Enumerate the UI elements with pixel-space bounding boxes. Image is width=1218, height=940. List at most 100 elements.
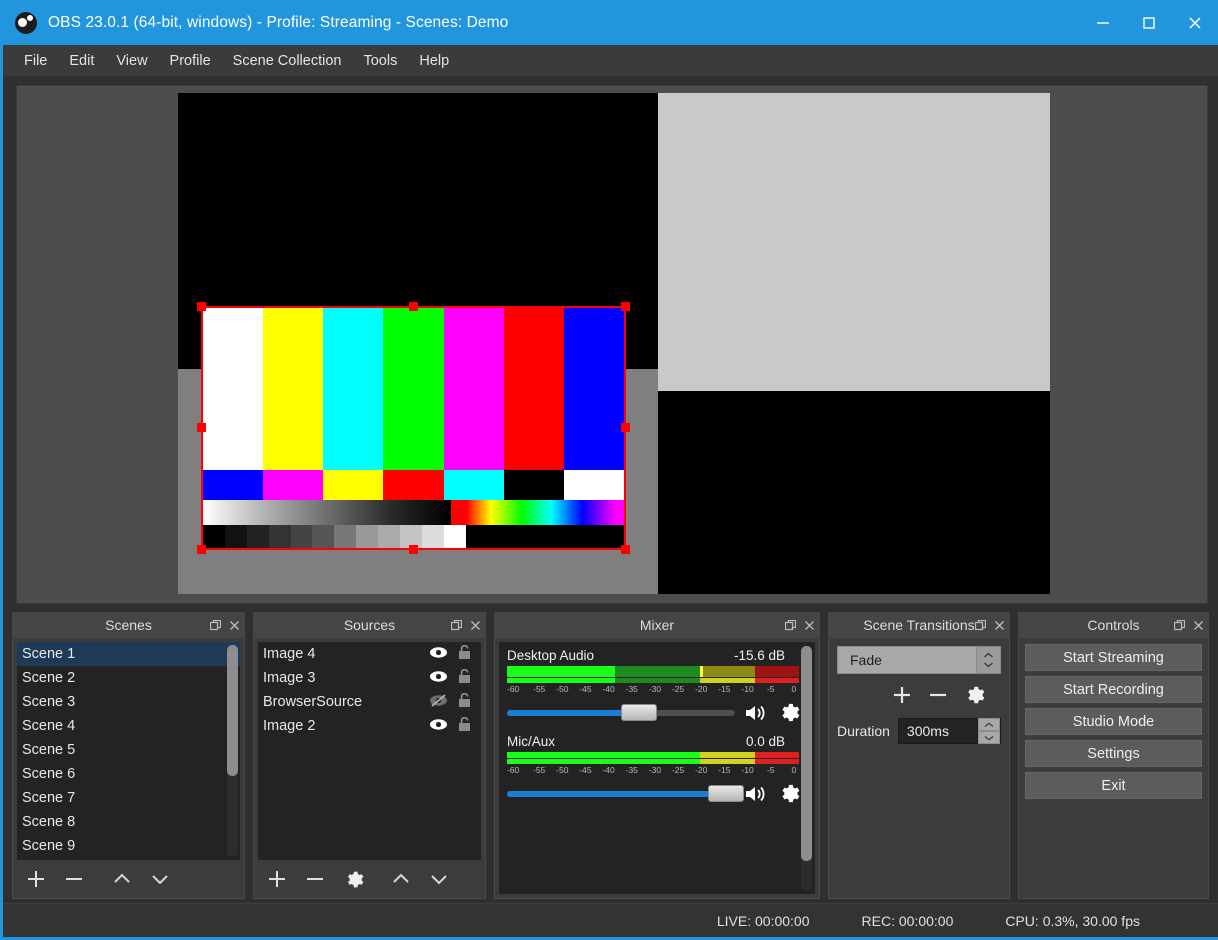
list-item[interactable]: Scene 6 xyxy=(17,762,240,786)
float-dock-icon[interactable] xyxy=(451,620,462,631)
list-item[interactable]: Scene 2 xyxy=(17,666,240,690)
source-properties-button[interactable] xyxy=(334,862,372,896)
sources-dock-title: Sources xyxy=(253,612,486,638)
duration-decrease-button[interactable] xyxy=(978,731,1000,744)
duration-increase-button[interactable] xyxy=(978,718,1000,731)
track-db-value: 0.0 dB xyxy=(746,734,785,749)
program-preview[interactable] xyxy=(16,85,1208,604)
list-item[interactable]: Image 3 xyxy=(258,666,481,690)
gear-icon[interactable] xyxy=(777,782,800,805)
duration-input[interactable]: 300ms xyxy=(898,718,1001,744)
volume-slider-handle[interactable] xyxy=(621,704,657,721)
move-source-up-button[interactable] xyxy=(382,862,420,896)
scenes-list[interactable]: Scene 1 Scene 2 Scene 3 Scene 4 Scene 5 … xyxy=(17,642,240,860)
list-item[interactable]: Scene 7 xyxy=(17,786,240,810)
list-item[interactable]: Scene 9 xyxy=(17,834,240,858)
maximize-icon[interactable] xyxy=(1126,0,1172,45)
menu-file[interactable]: File xyxy=(13,49,58,73)
eye-icon[interactable] xyxy=(429,670,448,687)
speaker-icon[interactable] xyxy=(744,784,768,804)
grayscale-step-wedge xyxy=(203,525,624,548)
move-source-down-button[interactable] xyxy=(420,862,458,896)
duration-label: Duration xyxy=(837,723,890,739)
list-item[interactable]: Scene 3 xyxy=(17,690,240,714)
tick-label: -50 xyxy=(553,684,571,696)
menu-help[interactable]: Help xyxy=(408,49,460,73)
menu-tools[interactable]: Tools xyxy=(352,49,408,73)
list-item[interactable]: Scene 8 xyxy=(17,810,240,834)
eye-icon[interactable] xyxy=(429,718,448,735)
list-item[interactable]: Image 2 xyxy=(258,714,481,738)
menu-edit[interactable]: Edit xyxy=(58,49,105,73)
tick-label: -40 xyxy=(600,684,618,696)
sources-list[interactable]: Image 4 Image 3 Brow xyxy=(258,642,481,860)
eye-hidden-icon[interactable] xyxy=(429,694,448,711)
transitions-dock-body: Fade xyxy=(828,638,1010,899)
move-scene-down-button[interactable] xyxy=(141,862,179,896)
menu-scene-collection[interactable]: Scene Collection xyxy=(222,49,353,73)
controls-title-label: Controls xyxy=(1087,617,1139,633)
close-icon[interactable] xyxy=(804,620,815,631)
close-icon[interactable] xyxy=(229,620,240,631)
start-streaming-button[interactable]: Start Streaming xyxy=(1025,644,1202,671)
mixer-dock-title: Mixer xyxy=(494,612,820,638)
move-scene-up-button[interactable] xyxy=(103,862,141,896)
menu-view[interactable]: View xyxy=(105,49,158,73)
sources-dock-body: Image 4 Image 3 Brow xyxy=(253,638,486,899)
tick-label: -40 xyxy=(600,765,618,777)
menu-profile[interactable]: Profile xyxy=(159,49,222,73)
close-icon[interactable] xyxy=(470,620,481,631)
scrollbar-thumb[interactable] xyxy=(801,646,812,861)
lock-open-icon[interactable] xyxy=(458,669,471,688)
transition-properties-button[interactable] xyxy=(957,680,991,710)
float-dock-icon[interactable] xyxy=(975,620,986,631)
transition-spinner[interactable] xyxy=(976,647,1000,673)
transition-select[interactable]: Fade xyxy=(837,646,1001,674)
lock-open-icon[interactable] xyxy=(458,645,471,664)
close-icon[interactable] xyxy=(1172,0,1218,45)
lock-open-icon[interactable] xyxy=(458,717,471,736)
eye-icon[interactable] xyxy=(429,646,448,663)
lock-open-icon[interactable] xyxy=(458,693,471,712)
volume-slider-handle[interactable] xyxy=(708,785,744,802)
add-source-button[interactable] xyxy=(258,862,296,896)
gear-icon[interactable] xyxy=(777,701,800,724)
scenes-scrollbar[interactable] xyxy=(227,645,238,857)
remove-scene-button[interactable] xyxy=(55,862,93,896)
list-item[interactable]: Scene 4 xyxy=(17,714,240,738)
float-dock-icon[interactable] xyxy=(1174,620,1185,631)
settings-button[interactable]: Settings xyxy=(1025,740,1202,767)
scene-label: Scene 7 xyxy=(22,790,75,806)
list-item[interactable]: BrowserSource xyxy=(258,690,481,714)
scene-label: Scene 1 xyxy=(22,646,75,662)
scene-label: Scene 4 xyxy=(22,718,75,734)
minimize-icon[interactable] xyxy=(1080,0,1126,45)
exit-button[interactable]: Exit xyxy=(1025,772,1202,799)
scrollbar-thumb[interactable] xyxy=(227,645,238,776)
close-icon[interactable] xyxy=(1193,620,1204,631)
mixer-scrollbar[interactable] xyxy=(801,646,812,890)
scenes-title-label: Scenes xyxy=(105,617,152,633)
remove-source-button[interactable] xyxy=(296,862,334,896)
duration-stepper[interactable] xyxy=(978,718,1000,744)
list-item[interactable]: Image 4 xyxy=(258,642,481,666)
tick-label: -55 xyxy=(530,765,548,777)
studio-mode-button[interactable]: Studio Mode xyxy=(1025,708,1202,735)
close-icon[interactable] xyxy=(994,620,1005,631)
remove-transition-button[interactable] xyxy=(921,680,955,710)
list-item[interactable]: Scene 5 xyxy=(17,738,240,762)
add-scene-button[interactable] xyxy=(17,862,55,896)
selected-source-test-pattern[interactable] xyxy=(203,308,624,548)
list-item[interactable]: Scene 1 xyxy=(17,642,240,666)
volume-slider[interactable] xyxy=(507,787,735,801)
float-dock-icon[interactable] xyxy=(210,620,221,631)
float-dock-icon[interactable] xyxy=(785,620,796,631)
transitions-dock-title: Scene Transitions xyxy=(828,612,1010,638)
scene-label: Scene 6 xyxy=(22,766,75,782)
start-recording-button[interactable]: Start Recording xyxy=(1025,676,1202,703)
tick-label: -35 xyxy=(623,684,641,696)
volume-slider[interactable] xyxy=(507,706,735,720)
speaker-icon[interactable] xyxy=(744,703,768,723)
add-transition-button[interactable] xyxy=(885,680,919,710)
canvas-quadrant-bottom-right xyxy=(658,391,1050,594)
